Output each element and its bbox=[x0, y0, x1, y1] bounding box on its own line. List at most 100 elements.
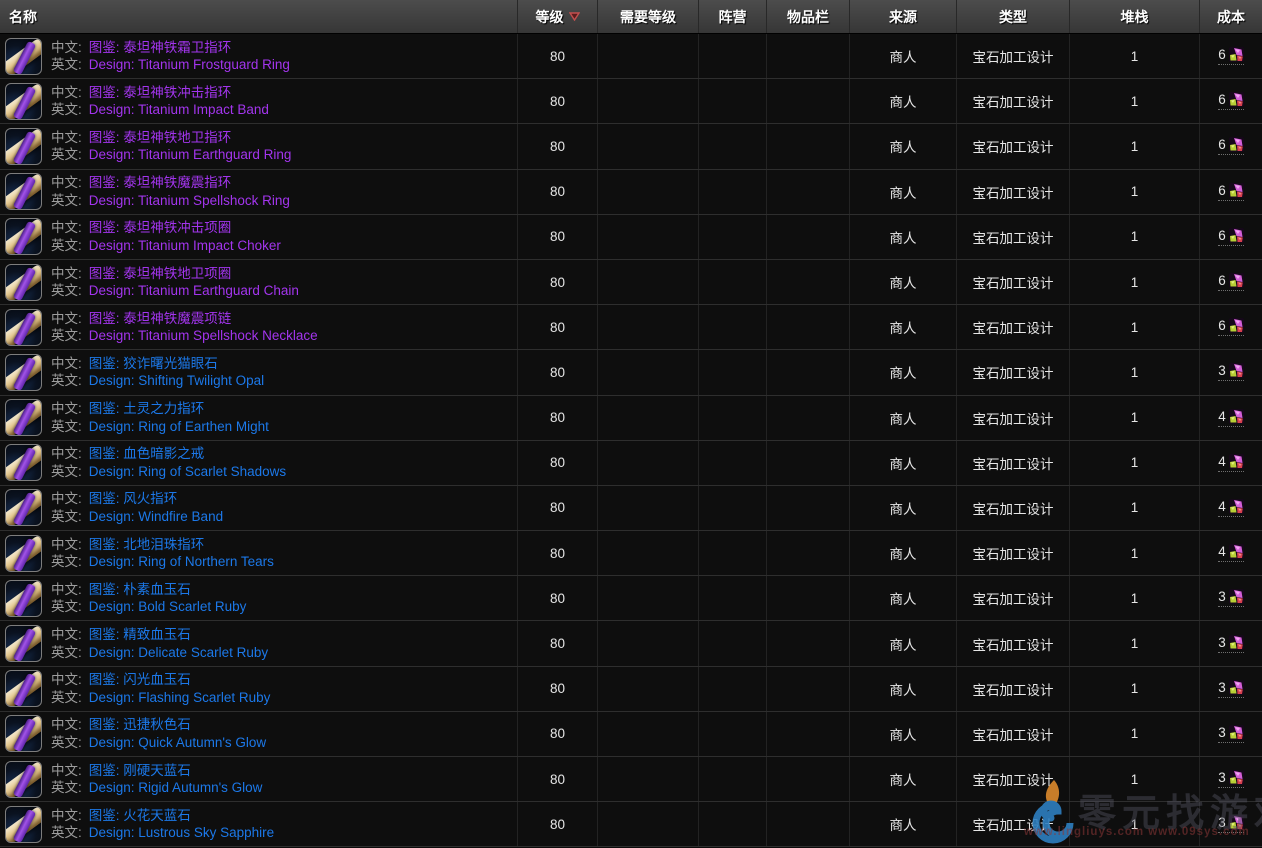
column-header-required-level[interactable]: 需要等级 bbox=[597, 0, 698, 33]
cost-link[interactable]: 4 bbox=[1218, 409, 1244, 427]
design-scroll-icon[interactable] bbox=[5, 625, 42, 662]
design-scroll-icon[interactable] bbox=[5, 670, 42, 707]
item-link-chinese[interactable]: 图鉴: 泰坦神铁地卫指环 bbox=[89, 130, 232, 145]
column-header-faction[interactable]: 阵营 bbox=[698, 0, 766, 33]
item-link-english[interactable]: Design: Titanium Earthguard Ring bbox=[89, 147, 292, 162]
cost-link[interactable]: 6 bbox=[1218, 318, 1244, 336]
cost-link[interactable]: 6 bbox=[1218, 92, 1244, 110]
column-header-cost[interactable]: 成本 bbox=[1199, 0, 1262, 33]
item-link-chinese[interactable]: 图鉴: 火花天蓝石 bbox=[89, 808, 191, 823]
required-level-cell bbox=[597, 441, 698, 485]
type-cell: 宝石加工设计 bbox=[956, 486, 1069, 530]
design-scroll-icon[interactable] bbox=[5, 580, 42, 617]
item-link-chinese[interactable]: 图鉴: 朴素血玉石 bbox=[89, 582, 191, 597]
cost-link[interactable]: 4 bbox=[1218, 544, 1244, 562]
design-scroll-icon[interactable] bbox=[5, 38, 42, 75]
design-scroll-icon[interactable] bbox=[5, 806, 42, 843]
item-link-english[interactable]: Design: Windfire Band bbox=[89, 509, 223, 524]
item-link-chinese[interactable]: 图鉴: 刚硬天蓝石 bbox=[89, 763, 191, 778]
cost-link[interactable]: 3 bbox=[1218, 680, 1244, 698]
design-scroll-icon[interactable] bbox=[5, 264, 42, 301]
design-scroll-icon[interactable] bbox=[5, 83, 42, 120]
cost-link[interactable]: 3 bbox=[1218, 589, 1244, 607]
column-header-stack[interactable]: 堆栈 bbox=[1069, 0, 1199, 33]
item-name-cn-line: 中文:图鉴: 风火指环 bbox=[51, 490, 223, 508]
item-link-chinese[interactable]: 图鉴: 泰坦神铁霜卫指环 bbox=[89, 40, 232, 55]
item-name-en-line: 英文:Design: Shifting Twilight Opal bbox=[51, 372, 264, 390]
column-header-slot[interactable]: 物品栏 bbox=[766, 0, 849, 33]
design-scroll-icon[interactable] bbox=[5, 444, 42, 481]
design-scroll-icon[interactable] bbox=[5, 489, 42, 526]
item-link-english[interactable]: Design: Bold Scarlet Ruby bbox=[89, 599, 247, 614]
item-link-english[interactable]: Design: Ring of Northern Tears bbox=[89, 554, 274, 569]
item-link-chinese[interactable]: 图鉴: 风火指环 bbox=[89, 491, 178, 506]
cost-value: 4 bbox=[1218, 544, 1226, 559]
slot-cell bbox=[766, 396, 849, 440]
item-link-chinese[interactable]: 图鉴: 土灵之力指环 bbox=[89, 401, 205, 416]
column-header-name[interactable]: 名称 bbox=[0, 0, 517, 33]
item-link-english[interactable]: Design: Titanium Spellshock Necklace bbox=[89, 328, 318, 343]
design-scroll-icon[interactable] bbox=[5, 399, 42, 436]
item-link-chinese[interactable]: 图鉴: 泰坦神铁冲击指环 bbox=[89, 85, 232, 100]
design-scroll-icon[interactable] bbox=[5, 715, 42, 752]
item-link-english[interactable]: Design: Flashing Scarlet Ruby bbox=[89, 690, 271, 705]
item-name-en-line: 英文:Design: Lustrous Sky Sapphire bbox=[51, 824, 274, 842]
level-cell: 80 bbox=[517, 124, 597, 168]
item-link-chinese[interactable]: 图鉴: 泰坦神铁魔震项链 bbox=[89, 311, 232, 326]
item-link-chinese[interactable]: 图鉴: 狡诈曙光猫眼石 bbox=[89, 356, 218, 371]
item-link-english[interactable]: Design: Quick Autumn's Glow bbox=[89, 735, 266, 750]
cost-link[interactable]: 3 bbox=[1218, 635, 1244, 653]
cost-link[interactable]: 6 bbox=[1218, 183, 1244, 201]
item-link-english[interactable]: Design: Lustrous Sky Sapphire bbox=[89, 825, 274, 840]
design-scroll-icon[interactable] bbox=[5, 309, 42, 346]
design-scroll-icon[interactable] bbox=[5, 354, 42, 391]
item-link-chinese[interactable]: 图鉴: 血色暗影之戒 bbox=[89, 446, 205, 461]
cost-link[interactable]: 3 bbox=[1218, 770, 1244, 788]
item-link-chinese[interactable]: 图鉴: 泰坦神铁冲击项圈 bbox=[89, 220, 232, 235]
type-cell: 宝石加工设计 bbox=[956, 215, 1069, 259]
design-scroll-icon[interactable] bbox=[5, 128, 42, 165]
item-link-english[interactable]: Design: Delicate Scarlet Ruby bbox=[89, 645, 268, 660]
item-link-chinese[interactable]: 图鉴: 泰坦神铁魔震指环 bbox=[89, 175, 232, 190]
design-scroll-icon[interactable] bbox=[5, 173, 42, 210]
item-link-chinese[interactable]: 图鉴: 闪光血玉石 bbox=[89, 672, 191, 687]
item-link-english[interactable]: Design: Titanium Spellshock Ring bbox=[89, 193, 290, 208]
column-header-level[interactable]: 等级 bbox=[517, 0, 597, 33]
cost-link[interactable]: 4 bbox=[1218, 499, 1244, 517]
item-link-english[interactable]: Design: Titanium Impact Band bbox=[89, 102, 269, 117]
column-header-label: 阵营 bbox=[719, 7, 747, 27]
column-header-label: 需要等级 bbox=[620, 7, 676, 27]
item-link-english[interactable]: Design: Ring of Scarlet Shadows bbox=[89, 464, 286, 479]
table-row: 中文:图鉴: 精致血玉石 英文:Design: Delicate Scarlet… bbox=[0, 621, 1262, 666]
item-link-english[interactable]: Design: Titanium Earthguard Chain bbox=[89, 283, 299, 298]
item-link-chinese[interactable]: 图鉴: 泰坦神铁地卫项圈 bbox=[89, 266, 232, 281]
cost-link[interactable]: 6 bbox=[1218, 137, 1244, 155]
item-link-chinese[interactable]: 图鉴: 精致血玉石 bbox=[89, 627, 191, 642]
cost-value: 6 bbox=[1218, 273, 1226, 288]
design-scroll-icon[interactable] bbox=[5, 218, 42, 255]
item-link-english[interactable]: Design: Titanium Frostguard Ring bbox=[89, 57, 290, 72]
column-header-source[interactable]: 来源 bbox=[849, 0, 956, 33]
item-link-english[interactable]: Design: Ring of Earthen Might bbox=[89, 419, 269, 434]
cost-link[interactable]: 6 bbox=[1218, 273, 1244, 291]
cost-link[interactable]: 4 bbox=[1218, 454, 1244, 472]
cost-link[interactable]: 3 bbox=[1218, 815, 1244, 833]
cost-link[interactable]: 3 bbox=[1218, 363, 1244, 381]
design-scroll-icon[interactable] bbox=[5, 535, 42, 572]
column-header-type[interactable]: 类型 bbox=[956, 0, 1069, 33]
cost-link[interactable]: 6 bbox=[1218, 47, 1244, 65]
item-link-chinese[interactable]: 图鉴: 北地泪珠指环 bbox=[89, 537, 205, 552]
item-link-english[interactable]: Design: Rigid Autumn's Glow bbox=[89, 780, 263, 795]
cost-link[interactable]: 3 bbox=[1218, 725, 1244, 743]
stack-cell: 1 bbox=[1069, 576, 1199, 620]
cost-value: 3 bbox=[1218, 815, 1226, 830]
item-link-english[interactable]: Design: Shifting Twilight Opal bbox=[89, 373, 264, 388]
type-cell: 宝石加工设计 bbox=[956, 621, 1069, 665]
cost-link[interactable]: 6 bbox=[1218, 228, 1244, 246]
item-link-english[interactable]: Design: Titanium Impact Choker bbox=[89, 238, 281, 253]
design-scroll-icon[interactable] bbox=[5, 761, 42, 798]
chinese-label: 中文: bbox=[51, 717, 82, 732]
chinese-label: 中文: bbox=[51, 311, 82, 326]
item-name-en-line: 英文:Design: Titanium Spellshock Necklace bbox=[51, 327, 318, 345]
item-link-chinese[interactable]: 图鉴: 迅捷秋色石 bbox=[89, 717, 191, 732]
